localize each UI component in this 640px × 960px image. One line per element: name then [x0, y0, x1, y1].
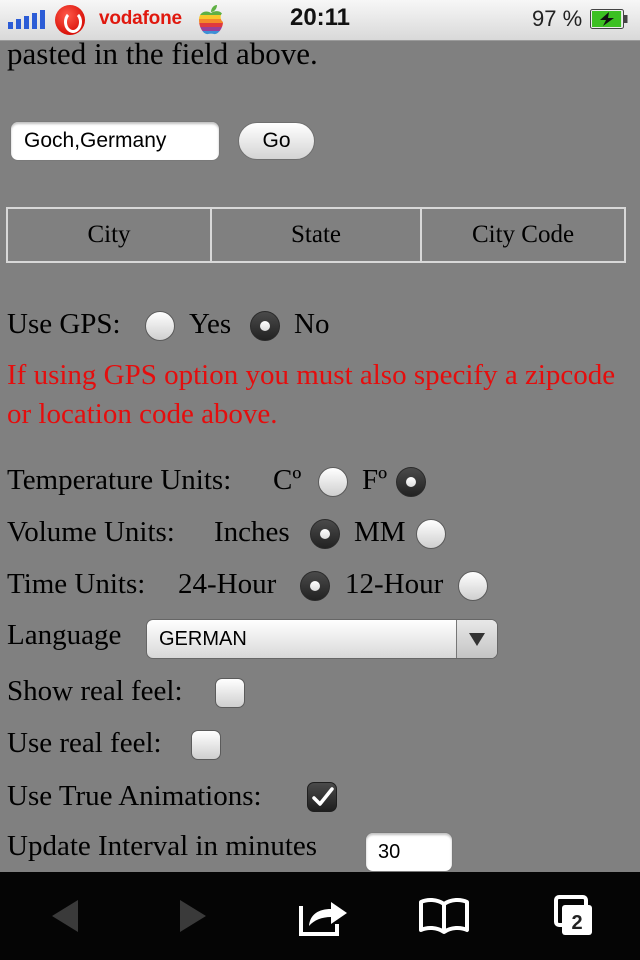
battery-charging-icon — [590, 9, 628, 29]
city-results-table: City State City Code — [6, 207, 626, 263]
language-label: Language — [7, 619, 122, 651]
column-header-city[interactable]: City — [6, 207, 212, 263]
forward-button[interactable] — [168, 872, 218, 960]
fahrenheit-radio[interactable] — [396, 467, 426, 497]
share-icon — [299, 902, 347, 936]
show-real-feel-checkbox[interactable] — [215, 678, 245, 708]
update-interval-label: Update Interval in minutes — [7, 830, 318, 862]
bookmarks-icon — [419, 897, 469, 934]
back-button[interactable] — [40, 872, 90, 960]
12-hour-label: 12-Hour — [345, 568, 444, 600]
battery-percentage: 97 % — [532, 6, 583, 31]
tabs-count: 2 — [571, 912, 582, 934]
tabs-icon: 2 — [554, 895, 592, 935]
volume-units-label: Volume Units: — [7, 516, 175, 548]
true-animations-checkbox[interactable] — [307, 782, 337, 812]
show-real-feel-label: Show real feel: — [7, 675, 183, 707]
true-animations-label: Use True Animations: — [7, 780, 262, 812]
column-header-state[interactable]: State — [210, 207, 422, 263]
gps-label: Use GPS: — [7, 308, 121, 340]
column-header-city-code[interactable]: City Code — [420, 207, 626, 263]
gps-yes-radio[interactable] — [145, 311, 175, 341]
mm-label: MM — [354, 516, 406, 548]
bookmarks-button[interactable] — [416, 872, 472, 960]
use-real-feel-checkbox[interactable] — [191, 730, 221, 760]
use-real-feel-label: Use real feel: — [7, 727, 162, 759]
location-input[interactable]: Goch,Germany — [10, 121, 220, 161]
24-hour-radio[interactable] — [300, 571, 330, 601]
gps-yes-label: Yes — [189, 308, 232, 340]
temperature-units-label: Temperature Units: — [7, 464, 232, 496]
mm-radio[interactable] — [416, 519, 446, 549]
gps-warning-message: If using GPS option you must also specif… — [7, 359, 616, 430]
browser-toolbar: 2 — [0, 872, 640, 960]
update-interval-input[interactable]: 30 — [365, 832, 453, 872]
tabs-button[interactable]: 2 — [544, 872, 600, 960]
inches-radio[interactable] — [310, 519, 340, 549]
share-button[interactable] — [296, 872, 352, 960]
gps-no-radio[interactable] — [250, 311, 280, 341]
status-bar: vodafone 20:11 97 % — [0, 0, 640, 41]
back-arrow-icon — [52, 900, 78, 932]
language-select[interactable]: GERMAN — [146, 619, 498, 659]
24-hour-label: 24-Hour — [178, 568, 277, 600]
forward-arrow-icon — [180, 900, 206, 932]
fahrenheit-label: Fº — [362, 464, 388, 496]
checkmark-icon — [312, 787, 334, 806]
gps-no-label: No — [294, 308, 330, 340]
12-hour-radio[interactable] — [458, 571, 488, 601]
go-button[interactable]: Go — [238, 122, 315, 160]
language-select-value: GERMAN — [159, 628, 247, 650]
intro-text: pasted in the field above. — [7, 36, 318, 71]
celsius-radio[interactable] — [318, 467, 348, 497]
chevron-down-icon[interactable] — [456, 620, 497, 658]
inches-label: Inches — [214, 516, 290, 548]
time-units-label: Time Units: — [7, 568, 146, 600]
celsius-label: Cº — [273, 464, 302, 496]
